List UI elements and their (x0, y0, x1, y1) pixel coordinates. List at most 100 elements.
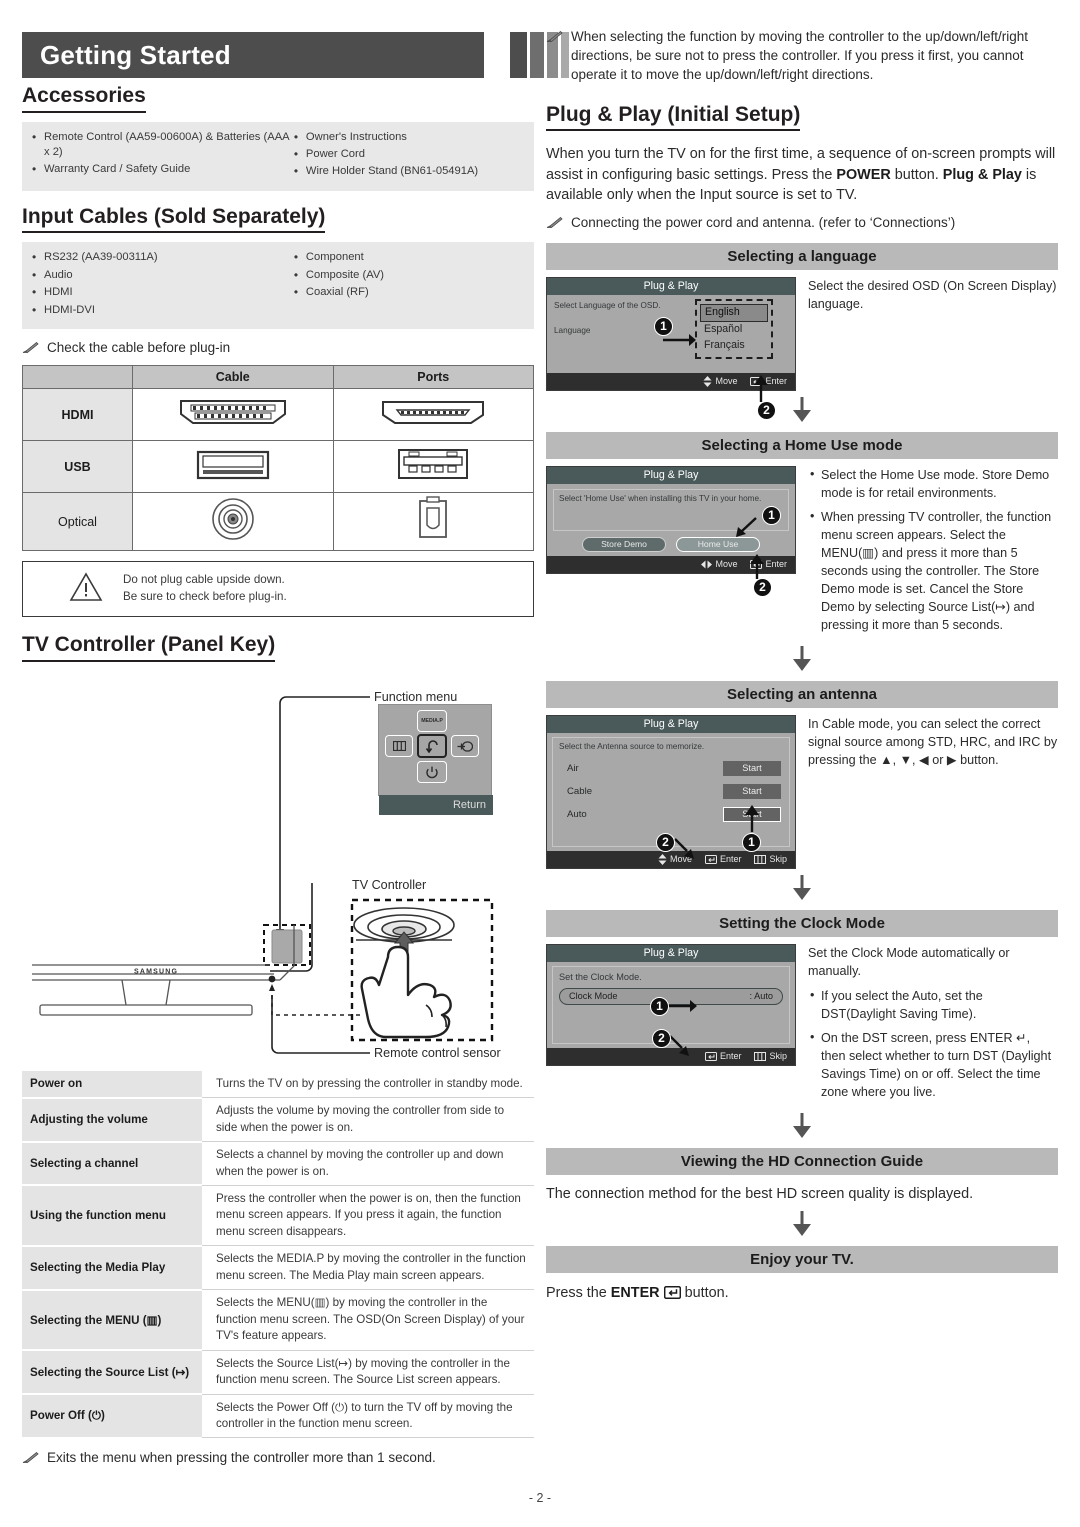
caution-line-1: Do not plug cable upside down. (123, 573, 285, 587)
input-cables-box: RS232 (AA39-00311A) Audio HDMI HDMI-DVI … (22, 242, 534, 330)
list-item: On the DST screen, press ENTER ↵, then s… (808, 1028, 1058, 1101)
accessories-list-col2: Owner's Instructions Power Cord Wire Hol… (290, 128, 528, 182)
tv-controller-heading: TV Controller (Panel Key) (22, 633, 276, 662)
flow-arrow-2 (546, 645, 1058, 672)
arrow-downright-icon (669, 1035, 689, 1056)
osd-move-label: Move (715, 559, 738, 570)
list-item: HDMI-DVI (28, 302, 290, 319)
enter-keyword: ENTER (610, 1284, 660, 1301)
language-option-list[interactable]: English Español Français (695, 298, 773, 359)
clock-mode-label: Clock Mode (569, 991, 618, 1002)
arrow-up-icon (750, 553, 764, 579)
osd-body: Select the Antenna source to memorize. A… (547, 733, 795, 851)
step-row-home-use: Plug & Play Select 'Home Use' when insta… (546, 465, 1058, 640)
language-option-francais[interactable]: Français (700, 338, 768, 354)
menu-icon[interactable] (385, 735, 413, 757)
language-option-english[interactable]: English (700, 303, 768, 322)
list-item: Select the Home Use mode. Store Demo mod… (808, 465, 1058, 502)
osd-language: Plug & Play Select Language of the OSD. … (546, 276, 796, 391)
media-p-button[interactable]: MEDIA.P (417, 710, 447, 732)
controller-direction-note-text: When selecting the function by moving th… (571, 29, 1029, 82)
clock-step-text: Set the Clock Mode automatically or manu… (808, 944, 1058, 1107)
enjoy-text: Press the ENTER button. (546, 1283, 1058, 1306)
badge-2: 2 (652, 1028, 671, 1048)
step-bar-hd-guide: Viewing the HD Connection Guide (546, 1147, 1058, 1175)
table-row: USB (22, 440, 534, 494)
exit-menu-note: Exits the menu when pressing the control… (22, 1449, 534, 1469)
list-item: If you select the Auto, set the DST(Dayl… (808, 986, 1058, 1023)
flow-arrow-5 (546, 1210, 1058, 1237)
pencil-icon (546, 216, 563, 234)
osd-enter-hint: Enter (704, 1051, 742, 1062)
arrow-right-icon (664, 999, 697, 1012)
fn-key: Using the function menu (22, 1185, 202, 1247)
fn-key: Selecting the MENU (▥) (22, 1289, 202, 1352)
fn-desc: Selects the Power Off (⏻) to turn the TV… (202, 1394, 534, 1439)
function-menu-panel: MEDIA.P Return (378, 704, 493, 815)
osd-skip-label: Skip (769, 1051, 787, 1062)
input-cables-list-col2: Component Composite (AV) Coaxial (RF) (290, 249, 528, 320)
header-deco-bar-1 (510, 32, 527, 78)
osd-subtitle: Set the Clock Mode. (559, 971, 642, 982)
osd-move-label: Move (715, 376, 738, 387)
osd-skip-hint: Skip (754, 1051, 787, 1061)
antenna-start-button[interactable]: Start (723, 783, 781, 799)
fn-key: Selecting a channel (22, 1141, 202, 1187)
remote-sensor-label: Remote control sensor (374, 1045, 501, 1060)
list-item: Remote Control (AA59-00600A) & Batteries… (28, 129, 290, 161)
manual-page: Getting Started Accessories Remote Contr… (0, 0, 1080, 1527)
table-row: Adjusting the volume Adjusts the volume … (22, 1097, 534, 1143)
home-use-step-bullets: Select the Home Use mode. Store Demo mod… (808, 465, 1058, 640)
enjoy-text-post: button. (680, 1284, 729, 1301)
ports-col-header: Ports (332, 365, 534, 390)
badge-1: 1 (650, 996, 669, 1016)
osd-title: Plug & Play (547, 944, 795, 962)
arrow-up-icon (754, 374, 768, 402)
osd-body: Select Language of the OSD. Language Eng… (547, 295, 795, 373)
check-cable-note: Check the cable before plug-in (22, 339, 534, 359)
fn-desc: Selects a channel by moving the controll… (202, 1141, 534, 1186)
page-number: - 2 - (528, 1491, 552, 1505)
clock-lead-text: Set the Clock Mode automatically or manu… (808, 945, 1010, 978)
osd-home-use-wrap: Plug & Play Select 'Home Use' when insta… (546, 465, 796, 640)
plug-play-keyword: Plug & Play (942, 166, 1022, 183)
fn-desc: Turns the TV on by pressing the controll… (202, 1070, 534, 1099)
arrow-downleft-icon (736, 517, 757, 537)
step-bar-enjoy: Enjoy your TV. (546, 1245, 1058, 1273)
flow-arrow-4 (546, 1112, 1058, 1139)
cable-col-blank (22, 365, 133, 390)
warning-triangle-icon (69, 572, 103, 607)
list-item: Composite (AV) (290, 267, 528, 284)
fn-desc: Press the controller when the power is o… (202, 1185, 534, 1247)
power-icon[interactable] (417, 761, 447, 783)
list-item: HDMI (28, 284, 290, 301)
osd-title: Plug & Play (547, 277, 795, 295)
osd-footer: Move Enter Skip (547, 850, 795, 868)
language-option-espanol[interactable]: Español (700, 322, 768, 338)
exit-menu-note-text: Exits the menu when pressing the control… (47, 1449, 436, 1465)
step-bar-antenna: Selecting an antenna (546, 680, 1058, 708)
osd-enter-label: Enter (719, 854, 742, 865)
antenna-row-air: Air Start (567, 760, 781, 776)
usb-plug-icon (132, 440, 334, 494)
list-item: Owner's Instructions (290, 128, 528, 145)
antenna-start-button[interactable]: Start (723, 760, 781, 776)
row-label-optical: Optical (22, 492, 133, 552)
osd-clock-wrap: Plug & Play Set the Clock Mode. Clock Mo… (546, 943, 796, 1107)
home-use-button[interactable]: Home Use (676, 536, 760, 552)
optical-plug-icon (132, 492, 334, 552)
return-label: Return (379, 795, 493, 815)
plug-play-body-2: button. (890, 166, 943, 183)
osd-title: Plug & Play (547, 466, 795, 484)
cable-ports-table: Cable Ports HDMI USB Optical (22, 365, 534, 552)
store-demo-button[interactable]: Store Demo (582, 536, 666, 552)
tv-controller-label: TV Controller (352, 877, 427, 892)
connect-note-text: Connecting the power cord and antenna. (… (571, 214, 956, 230)
osd-enter-label: Enter (719, 1051, 742, 1062)
accessories-box: Remote Control (AA59-00600A) & Batteries… (22, 121, 534, 191)
pencil-icon (22, 341, 39, 359)
return-icon[interactable] (417, 734, 447, 758)
source-icon[interactable] (451, 735, 479, 757)
fn-key: Selecting the Media Play (22, 1245, 202, 1291)
input-cables-heading: Input Cables (Sold Separately) (22, 205, 326, 234)
